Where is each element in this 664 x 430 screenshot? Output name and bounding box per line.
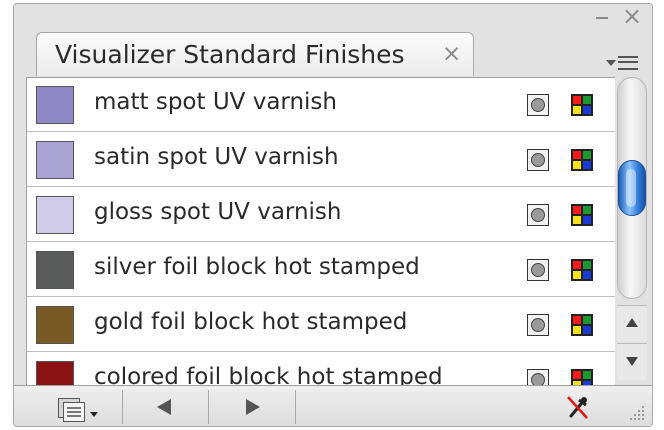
spot-color-icon [527,204,549,226]
tab-label: Visualizer Standard Finishes [55,40,405,69]
vertical-scrollbar[interactable] [614,77,650,385]
process-color-icon [571,149,593,171]
eyedropper-disabled-icon[interactable] [562,392,592,422]
close-icon[interactable]: × [622,4,642,28]
toolbar-divider [122,390,123,424]
spot-color-icon [527,259,549,281]
color-swatch [36,141,74,179]
resize-grip-icon[interactable] [626,402,646,422]
process-color-icon [571,94,593,116]
list-item[interactable]: gold foil block hot stamped [27,298,615,352]
list-item-label: satin spot UV varnish [94,144,339,170]
color-swatch [36,251,74,289]
toolbar-divider [295,390,296,424]
color-swatch [36,306,74,344]
previous-icon[interactable] [124,386,208,426]
spot-color-icon [527,94,549,116]
color-swatch [36,86,74,124]
color-swatch [36,196,74,234]
spot-color-icon [527,369,549,386]
bottom-toolbar [14,385,652,426]
list-item-label: gloss spot UV varnish [94,199,342,225]
spot-color-icon [527,149,549,171]
list-item[interactable]: matt spot UV varnish [27,78,615,132]
tab-visualizer-standard-finishes[interactable]: Visualizer Standard Finishes × [36,32,474,76]
finishes-panel: × Visualizer Standard Finishes × matt sp… [13,3,653,427]
list-item[interactable]: gloss spot UV varnish [27,188,615,242]
panel-menu-icon[interactable] [604,48,642,76]
swatch-options-icon[interactable] [54,394,100,422]
list-item-label: silver foil block hot stamped [94,254,420,280]
scroll-down-arrow-icon[interactable] [617,343,647,380]
process-color-icon [571,204,593,226]
minimize-icon[interactable] [594,10,610,24]
color-swatch [36,361,74,386]
finishes-list: matt spot UV varnish satin spot UV varnis… [26,77,615,386]
list-item-label: colored foil block hot stamped [94,364,443,386]
list-item[interactable]: silver foil block hot stamped [27,243,615,297]
next-icon[interactable] [210,386,294,426]
process-color-icon [571,314,593,336]
list-item[interactable]: colored foil block hot stamped [27,353,615,386]
list-item-label: matt spot UV varnish [94,89,337,115]
scroll-thumb[interactable] [618,160,646,216]
process-color-icon [571,369,593,386]
list-item[interactable]: satin spot UV varnish [27,133,615,187]
list-item-label: gold foil block hot stamped [94,309,408,335]
toolbar-divider [208,390,209,424]
process-color-icon [571,259,593,281]
scroll-up-arrow-icon[interactable] [617,305,647,342]
tab-close-icon[interactable]: × [442,40,461,68]
spot-color-icon [527,314,549,336]
